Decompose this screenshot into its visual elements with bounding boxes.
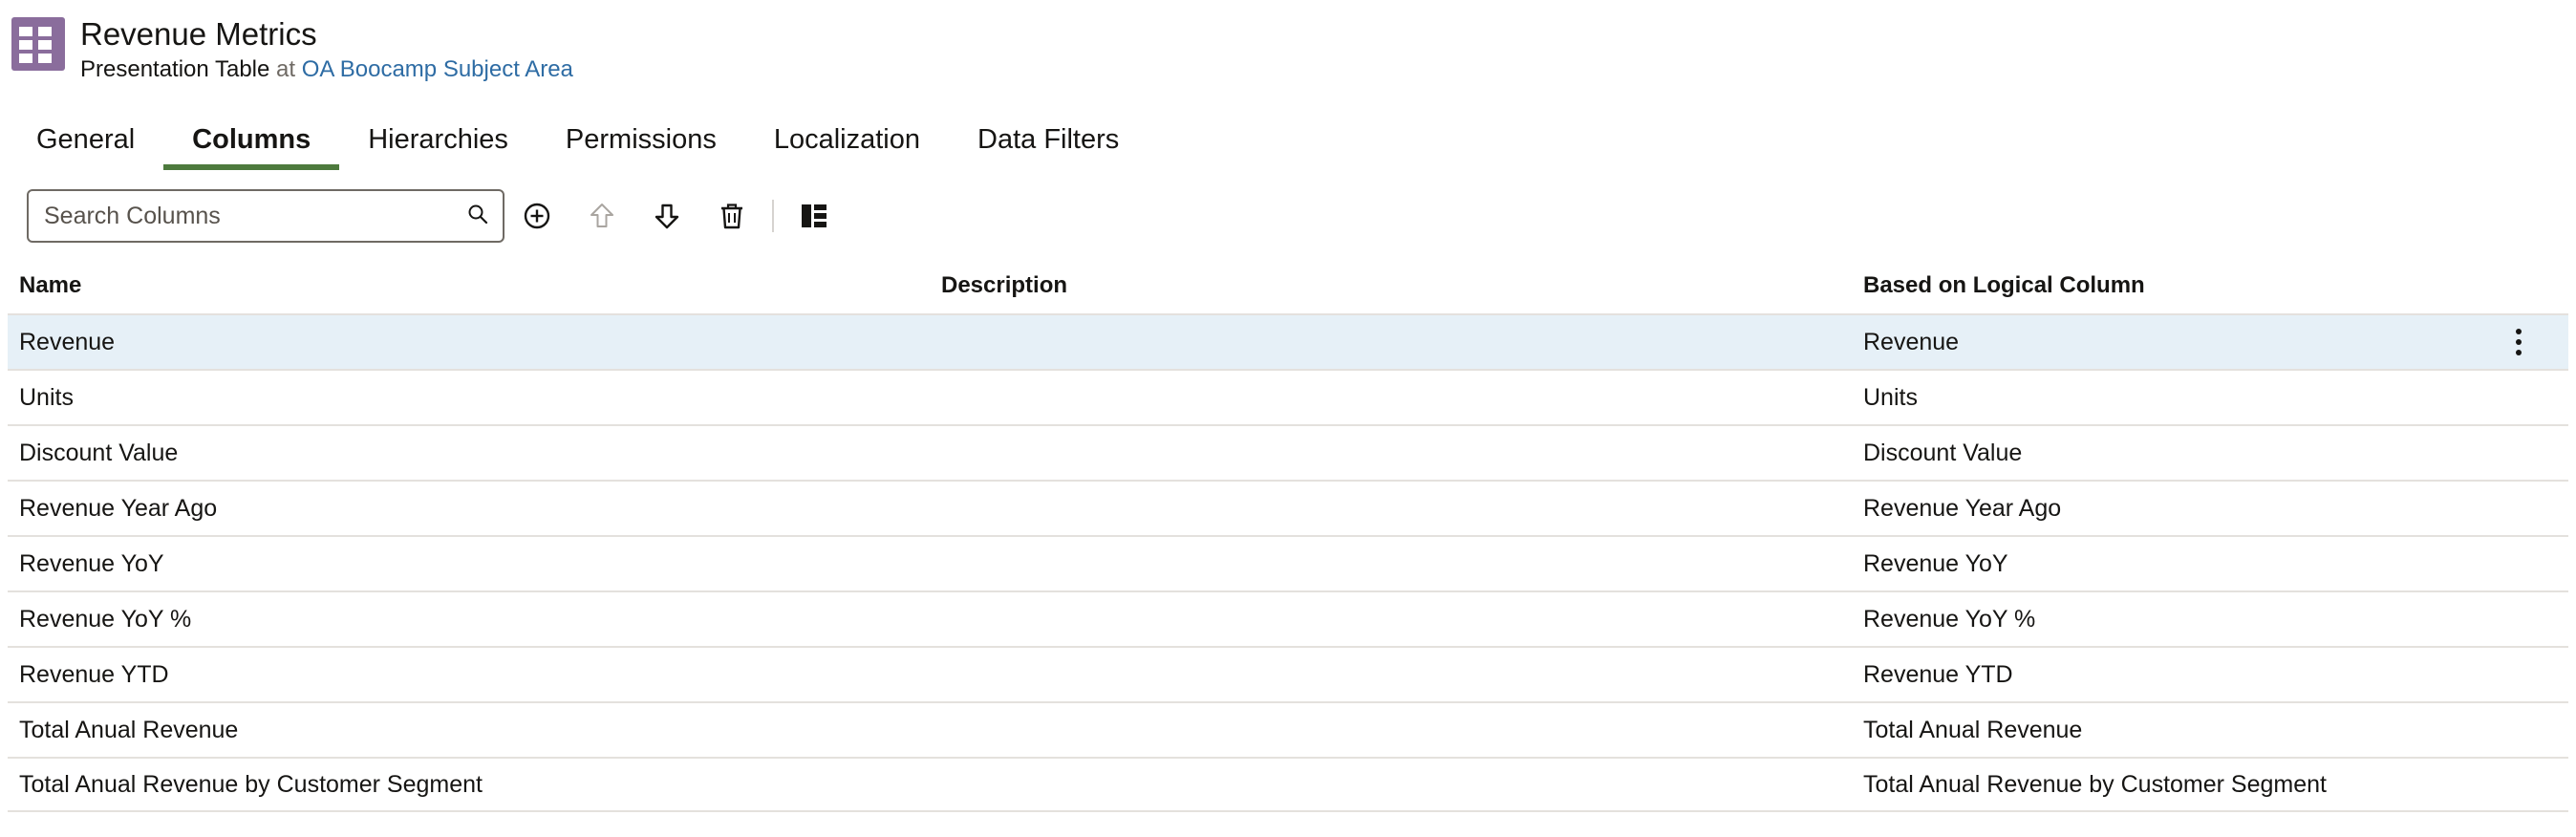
cell-name: Total Anual Revenue by Customer Segment [19,770,483,798]
add-column-button[interactable] [504,189,569,243]
delete-column-button[interactable] [699,189,764,243]
cell-name: Revenue [19,328,116,355]
table-row[interactable]: Total Anual Revenue Total Anual Revenue [8,701,2568,757]
table-row[interactable]: Revenue YoY % Revenue YoY % [8,590,2568,646]
tab-data-filters[interactable]: Data Filters [949,113,1148,170]
table-header: Name Description Based on Logical Column [8,258,2568,313]
move-up-button[interactable] [569,189,634,243]
page-subtitle: Presentation Table at OA Boocamp Subject… [80,55,573,84]
table-row[interactable]: Revenue Revenue [8,313,2568,369]
cell-name: Revenue YTD [19,660,169,688]
cell-based-on: Revenue YoY % [1863,605,2036,633]
tab-localization[interactable]: Localization [745,113,949,170]
cell-based-on: Revenue Year Ago [1863,494,2062,522]
tab-general[interactable]: General [8,113,163,170]
cell-name: Revenue YoY % [19,605,192,633]
search-input[interactable] [44,202,466,230]
table-row[interactable]: Revenue YoY Revenue YoY [8,535,2568,590]
delete-icon [721,204,742,229]
move-up-icon [590,204,613,227]
kebab-menu-icon[interactable] [2507,323,2530,361]
columns-table: Name Description Based on Logical Column… [8,258,2568,812]
cell-based-on: Revenue YoY [1863,549,2008,577]
subject-area-link[interactable]: OA Boocamp Subject Area [302,56,573,82]
columns-toolbar [27,189,847,243]
search-box [27,189,504,243]
search-icon[interactable] [466,203,489,230]
cell-name: Revenue YoY [19,549,164,577]
move-down-icon [655,204,679,229]
tab-bar: General Columns Hierarchies Permissions … [8,113,1148,170]
table-row[interactable]: Revenue YTD Revenue YTD [8,646,2568,701]
header-based-on[interactable]: Based on Logical Column [1852,272,2568,299]
page-title: Revenue Metrics [80,16,317,52]
add-circle-icon [524,203,550,229]
header-name[interactable]: Name [8,272,930,299]
tab-columns[interactable]: Columns [163,113,340,170]
tab-permissions[interactable]: Permissions [537,113,745,170]
page-header: Revenue Metrics Presentation Table at OA… [11,15,573,84]
cell-name: Units [19,383,74,411]
table-row[interactable]: Revenue Year Ago Revenue Year Ago [8,480,2568,535]
table-grid-icon [11,17,65,71]
table-row[interactable]: Units Units [8,369,2568,424]
cell-name: Total Anual Revenue [19,716,239,743]
column-layout-icon [802,204,826,227]
cell-based-on: Discount Value [1863,439,2023,466]
header-description[interactable]: Description [930,272,1852,299]
cell-name: Discount Value [19,439,179,466]
cell-based-on: Units [1863,383,1918,411]
cell-based-on: Total Anual Revenue [1863,716,2083,743]
tab-hierarchies[interactable]: Hierarchies [339,113,537,170]
table-row[interactable]: Discount Value Discount Value [8,424,2568,480]
column-layout-button[interactable] [782,189,847,243]
toolbar-divider [772,200,774,232]
cell-based-on: Revenue [1863,328,1960,355]
move-down-button[interactable] [634,189,699,243]
cell-name: Revenue Year Ago [19,494,218,522]
subtitle-at: at [276,56,296,82]
cell-based-on: Revenue YTD [1863,660,2013,688]
subtitle-type: Presentation Table [80,56,270,82]
cell-based-on: Total Anual Revenue by Customer Segment [1863,770,2327,798]
table-row[interactable]: Total Anual Revenue by Customer Segment T… [8,757,2568,812]
